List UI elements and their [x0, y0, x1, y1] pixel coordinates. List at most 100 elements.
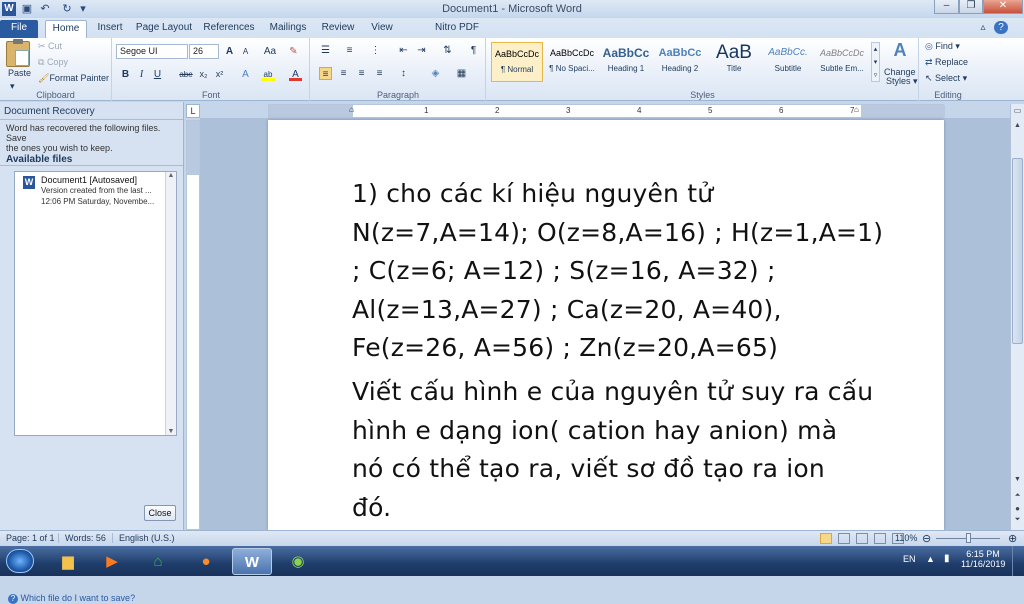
network-icon[interactable]: ▮ — [944, 553, 950, 564]
language-tray[interactable]: EN — [903, 554, 916, 564]
scroll-thumb[interactable] — [1012, 158, 1023, 344]
text-effects-button[interactable]: A — [239, 68, 252, 81]
zoom-level[interactable]: 110% — [895, 533, 917, 543]
document-page[interactable]: 1) cho các kí hiệu nguyên tử N(z=7,A=14)… — [268, 120, 944, 530]
minimize-button[interactable]: – — [934, 0, 959, 14]
change-styles-icon[interactable]: A — [885, 40, 915, 61]
help-icon[interactable]: ? — [994, 21, 1008, 34]
shading-icon[interactable]: ◈ — [429, 67, 442, 80]
tab-page-layout[interactable]: Page Layout — [134, 20, 194, 38]
zoom-slider[interactable] — [936, 533, 1000, 543]
outline-icon[interactable] — [874, 533, 886, 544]
paste-icon[interactable] — [6, 39, 30, 67]
tab-nitro-pdf[interactable]: Nitro PDF Professional — [407, 20, 507, 49]
tab-references[interactable]: References — [201, 20, 257, 38]
align-right-icon[interactable]: ≡ — [355, 67, 368, 80]
strikethrough-button[interactable]: abe — [177, 68, 195, 81]
start-button[interactable] — [6, 549, 34, 573]
word-taskbar-icon[interactable]: W — [232, 548, 272, 575]
next-page-icon[interactable]: ⏷ — [1012, 516, 1023, 528]
list-item[interactable]: W Document1 [Autosaved] Version created … — [17, 174, 164, 214]
change-case-button[interactable]: Aa — [261, 45, 279, 58]
find-button[interactable]: ◎ Find ▾ — [925, 41, 960, 52]
scroll-up-icon[interactable]: ▲ — [1012, 122, 1023, 134]
paste-button[interactable]: Paste — [8, 68, 31, 78]
copy-button[interactable]: ⧉ Copy — [38, 57, 68, 68]
replace-button[interactable]: ⇄ Replace — [925, 57, 968, 68]
clear-formatting-icon[interactable]: ✎ — [287, 45, 300, 58]
indent-marker-icon[interactable]: ⌂ — [349, 105, 354, 114]
tab-file[interactable]: File — [0, 20, 38, 38]
tab-home[interactable]: Home — [45, 20, 87, 38]
word-count[interactable]: Words: 56 — [58, 533, 106, 543]
language-indicator[interactable]: English (U.S.) — [112, 533, 175, 543]
show-desktop-button[interactable] — [1012, 546, 1024, 576]
close-window-button[interactable]: ✕ — [983, 0, 1023, 14]
sort-icon[interactable]: ⇅ — [441, 44, 454, 57]
superscript-button[interactable]: x² — [213, 68, 226, 81]
media-player-icon[interactable]: ▶ — [92, 548, 132, 575]
style-subtitle[interactable]: AaBbCc. Subtitle — [762, 42, 814, 82]
browser-icon[interactable]: ◉ — [278, 548, 318, 575]
zoom-slider-thumb[interactable] — [965, 533, 971, 543]
app-icon[interactable]: ⌂ — [138, 548, 178, 575]
previous-page-icon[interactable]: ⏶ — [1012, 492, 1023, 504]
style-heading-2[interactable]: AaBbCc Heading 2 — [654, 42, 706, 82]
horizontal-ruler[interactable]: ⌂ ⌂ 1 2 3 4 5 6 7 — [268, 104, 945, 118]
close-recovery-button[interactable]: Close — [144, 505, 176, 521]
style-subtle-emphasis[interactable]: AaBbCcDc Subtle Em... — [816, 42, 868, 82]
select-button[interactable]: ↖ Select ▾ — [925, 73, 967, 84]
right-indent-marker-icon[interactable]: ⌂ — [854, 105, 859, 114]
bold-button[interactable]: B — [119, 68, 132, 81]
increase-indent-icon[interactable]: ⇥ — [415, 44, 428, 57]
clock[interactable]: 6:15 PM 11/16/2019 — [961, 549, 1005, 569]
subscript-button[interactable]: x₂ — [197, 68, 210, 81]
scroll-down-icon[interactable]: ▼ — [1012, 476, 1023, 488]
vertical-ruler[interactable] — [186, 120, 200, 530]
firefox-icon[interactable]: ● — [186, 548, 226, 575]
font-size-select[interactable]: 26 — [189, 44, 219, 59]
multilevel-list-icon[interactable]: ⋮ — [369, 44, 382, 57]
highlight-button[interactable]: ab — [261, 68, 275, 81]
bullets-icon[interactable]: ☰ — [319, 44, 332, 57]
format-painter-button[interactable]: 🖌Format Painter — [38, 73, 109, 84]
tab-view[interactable]: View — [366, 20, 398, 38]
decrease-indent-icon[interactable]: ⇤ — [397, 44, 410, 57]
help-link[interactable]: ? Which file do I want to save? — [8, 593, 135, 604]
tab-review[interactable]: Review — [318, 20, 358, 38]
underline-button[interactable]: U — [151, 68, 164, 81]
numbering-icon[interactable]: ≡ — [343, 44, 356, 57]
web-layout-icon[interactable] — [856, 533, 868, 544]
tab-insert[interactable]: Insert — [92, 20, 128, 38]
line-spacing-icon[interactable]: ↕ — [397, 67, 410, 80]
justify-icon[interactable]: ≡ — [373, 67, 386, 80]
grow-font-button[interactable]: A — [223, 45, 236, 58]
shrink-font-button[interactable]: A — [239, 45, 252, 58]
restore-button[interactable]: ❐ — [959, 0, 983, 14]
vertical-scrollbar[interactable]: ▭ ▲ ▼ ⏶ ● ⏷ — [1010, 104, 1024, 530]
style-title[interactable]: AaB Title — [708, 42, 760, 82]
style-heading-1[interactable]: AaBbCc Heading 1 — [600, 42, 652, 82]
full-screen-icon[interactable] — [838, 533, 850, 544]
file-list-scrollbar[interactable]: ▲ ▼ — [165, 172, 176, 435]
styles-scroll[interactable]: ▴ ▾ ▿ — [871, 42, 880, 82]
print-layout-icon[interactable] — [820, 533, 832, 544]
align-center-icon[interactable]: ≡ — [337, 67, 350, 80]
cut-button[interactable]: ✂ Cut — [38, 41, 62, 52]
tab-selector-icon[interactable]: L — [186, 104, 200, 118]
style-no-spacing[interactable]: AaBbCcDc ¶ No Spaci... — [546, 42, 598, 82]
show-formatting-icon[interactable]: ¶ — [467, 44, 480, 57]
ruler-toggle-icon[interactable]: ▭ — [1012, 106, 1023, 118]
browse-object-icon[interactable]: ● — [1012, 504, 1023, 516]
zoom-out-icon[interactable]: ⊖ — [922, 532, 931, 545]
zoom-in-icon[interactable]: ⊕ — [1008, 532, 1017, 545]
tab-mailings[interactable]: Mailings — [266, 20, 310, 38]
tray-expand-icon[interactable]: ▲ — [926, 554, 935, 564]
font-color-button[interactable]: A — [289, 68, 302, 81]
minimize-ribbon-icon[interactable]: ▵ — [976, 20, 990, 38]
italic-button[interactable]: I — [135, 68, 148, 81]
page-count[interactable]: Page: 1 of 1 — [6, 533, 55, 543]
font-name-select[interactable]: Segoe UI — [116, 44, 188, 59]
style-normal[interactable]: AaBbCcDc ¶ Normal — [491, 42, 543, 82]
file-explorer-icon[interactable]: ▆ — [48, 548, 88, 575]
